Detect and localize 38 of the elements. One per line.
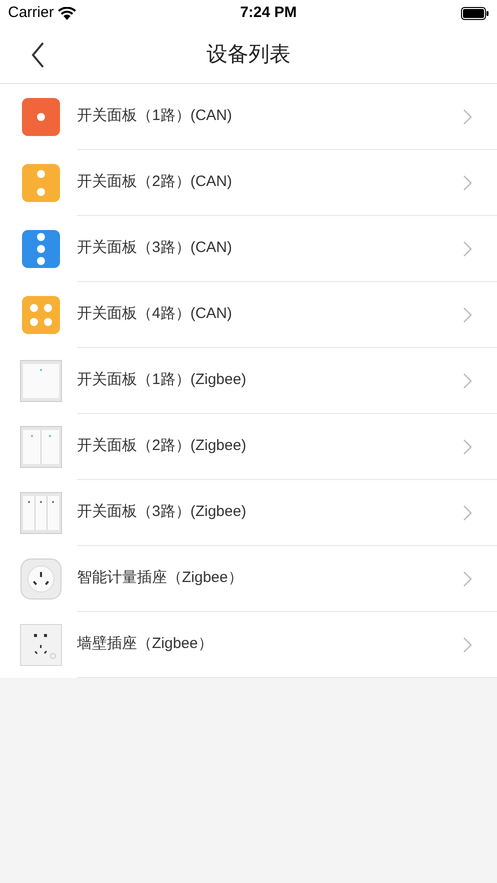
device-name: 开关面板（3路）(Zigbee) xyxy=(77,502,248,522)
wall-switch-icon xyxy=(20,426,62,468)
device-row[interactable]: 开关面板（2路）(Zigbee) xyxy=(0,414,497,480)
device-row[interactable]: 开关面板（2路）(CAN) xyxy=(0,150,497,216)
device-row[interactable]: 墙壁插座（Zigbee） xyxy=(0,612,497,678)
wall-switch-icon xyxy=(20,492,62,534)
smart-plug-icon xyxy=(20,558,62,600)
chevron-right-icon xyxy=(463,108,472,124)
wall-switch-icon xyxy=(20,360,62,402)
page-title: 设备列表 xyxy=(206,42,290,68)
device-row[interactable]: 开关面板（3路）(CAN) xyxy=(0,216,497,282)
device-row[interactable]: 开关面板（4路）(CAN) xyxy=(0,282,497,348)
wifi-icon xyxy=(58,6,76,20)
device-name: 开关面板（2路）(Zigbee) xyxy=(77,436,248,456)
chevron-right-icon xyxy=(463,372,472,388)
chevron-right-icon xyxy=(463,570,472,586)
chevron-right-icon xyxy=(463,174,472,190)
device-row[interactable]: 开关面板（1路）(Zigbee) xyxy=(0,348,497,414)
device-name: 墙壁插座（Zigbee） xyxy=(77,634,214,654)
device-name: 开关面板（1路）(CAN) xyxy=(77,106,234,126)
chevron-right-icon xyxy=(463,504,472,520)
carrier-label: Carrier xyxy=(8,2,54,23)
device-name: 开关面板（2路）(CAN) xyxy=(77,172,234,192)
chevron-right-icon xyxy=(463,240,472,256)
chevron-right-icon xyxy=(463,438,472,454)
device-name: 开关面板（3路）(CAN) xyxy=(77,238,234,258)
chevron-right-icon xyxy=(463,636,472,652)
device-row[interactable]: 开关面板（1路）(CAN) xyxy=(0,84,497,150)
device-row[interactable]: 智能计量插座（Zigbee） xyxy=(0,546,497,612)
chevron-right-icon xyxy=(463,306,472,322)
device-name: 智能计量插座（Zigbee） xyxy=(77,568,244,588)
device-name: 开关面板（4路）(CAN) xyxy=(77,304,234,324)
device-name: 开关面板（1路）(Zigbee) xyxy=(77,370,248,390)
device-row[interactable]: 开关面板（3路）(Zigbee) xyxy=(0,480,497,546)
chevron-left-icon xyxy=(31,42,45,68)
battery-icon xyxy=(460,6,489,20)
time-label: 7:24 PM xyxy=(240,2,297,23)
wall-socket-icon xyxy=(20,624,62,666)
